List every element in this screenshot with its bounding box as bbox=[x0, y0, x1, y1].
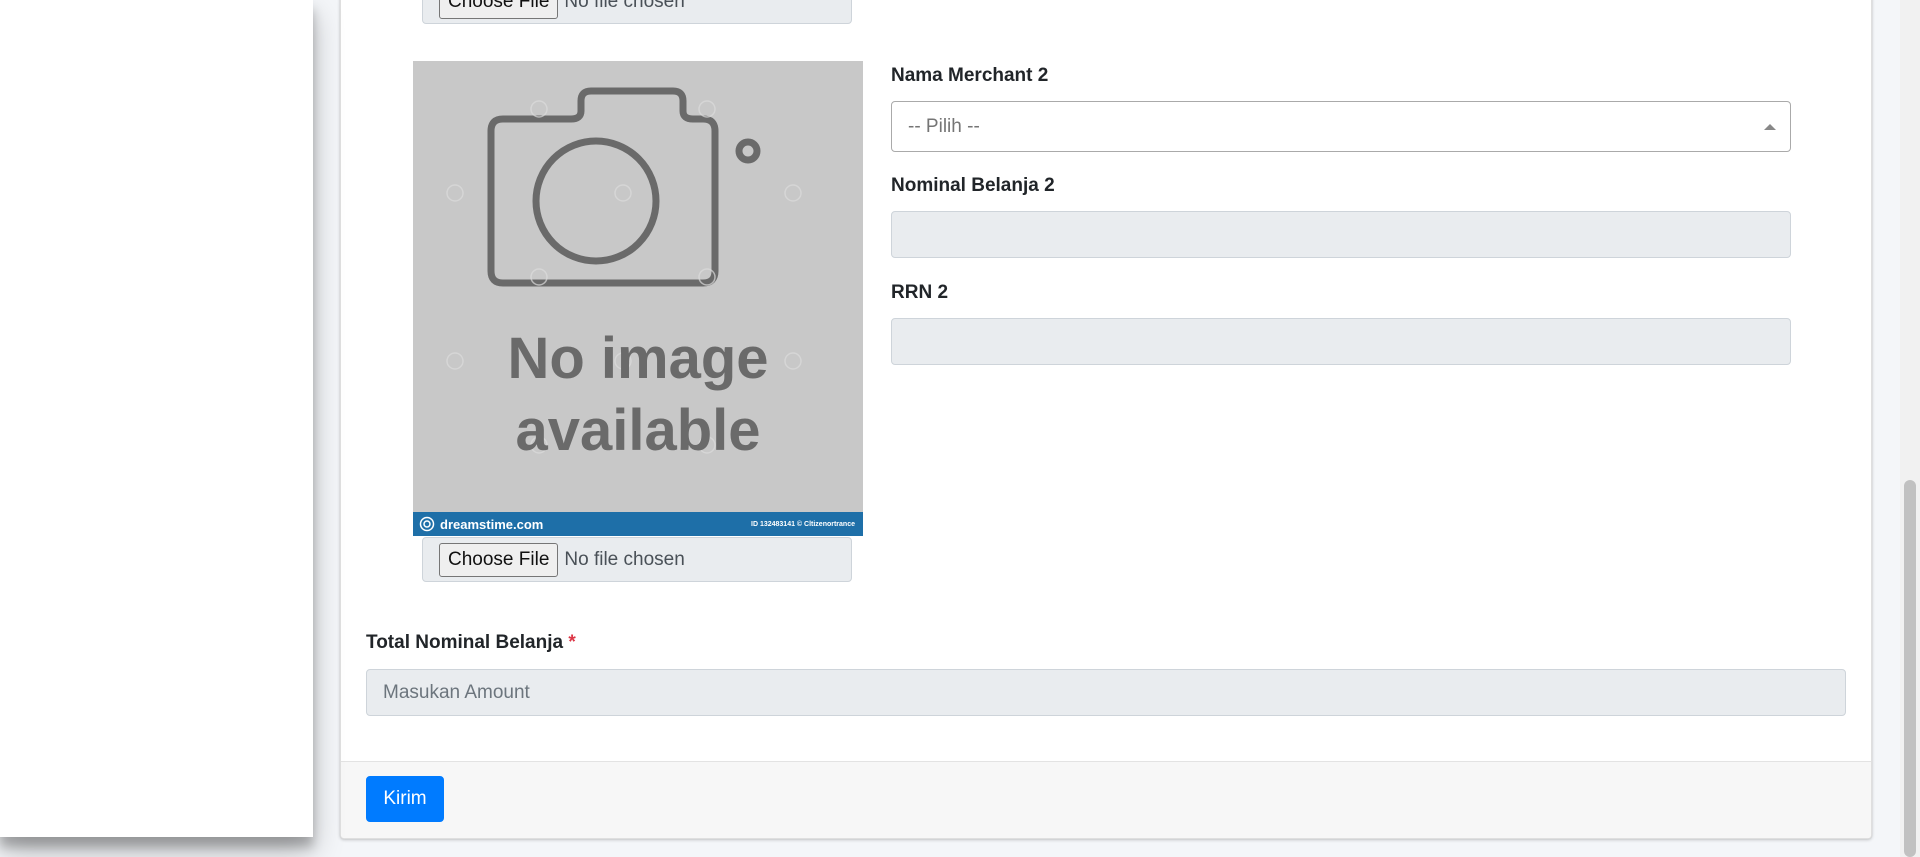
no-image-preview: No image available dreamstime.com ID 132… bbox=[413, 61, 863, 536]
watermark-brand: dreamstime.com bbox=[419, 516, 543, 532]
rrn-2-field[interactable] bbox=[891, 318, 1791, 365]
no-image-line1: No image bbox=[507, 326, 769, 391]
card-footer: Kirim bbox=[341, 761, 1871, 838]
nominal-belanja-2-field[interactable] bbox=[891, 211, 1791, 258]
total-nominal-label: Total Nominal Belanja * bbox=[366, 632, 576, 654]
nama-merchant-2-label: Nama Merchant 2 bbox=[891, 65, 1049, 86]
choose-file-button-1[interactable]: Choose File bbox=[439, 0, 559, 19]
choose-file-button-2[interactable]: Choose File bbox=[439, 542, 559, 577]
sidebar-panel bbox=[0, 0, 313, 837]
kirim-button[interactable]: Kirim bbox=[366, 776, 444, 822]
file-status-2: No file chosen bbox=[564, 548, 685, 570]
file-input-1[interactable]: Choose File No file chosen bbox=[422, 0, 852, 24]
required-mark: * bbox=[568, 632, 576, 653]
scrollbar-thumb[interactable] bbox=[1904, 480, 1916, 857]
rrn-2-label: RRN 2 bbox=[891, 282, 949, 303]
total-nominal-input[interactable]: Masukan Amount bbox=[366, 669, 1846, 716]
watermark-credit: ID 132483141 © Cltizenortrance bbox=[751, 520, 855, 528]
caret-up-icon bbox=[1764, 124, 1776, 130]
file-input-2[interactable]: Choose File No file chosen bbox=[422, 537, 852, 582]
file-status-1: No file chosen bbox=[564, 0, 685, 12]
nama-merchant-2-placeholder: -- Pilih -- bbox=[908, 115, 980, 137]
nominal-belanja-2-label: Nominal Belanja 2 bbox=[891, 175, 1055, 196]
watermark-brand-text: dreamstime.com bbox=[440, 516, 544, 532]
total-nominal-placeholder: Masukan Amount bbox=[383, 681, 530, 703]
no-image-line2: available bbox=[515, 398, 761, 463]
form-card: Choose File No file chosen No image avai… bbox=[340, 0, 1872, 839]
total-nominal-label-text: Total Nominal Belanja bbox=[366, 632, 564, 653]
watermark-bar: dreamstime.com ID 132483141 © Cltizenort… bbox=[413, 512, 863, 536]
nama-merchant-2-select[interactable]: -- Pilih -- bbox=[891, 101, 1791, 152]
spiral-logo-icon bbox=[419, 516, 435, 532]
page-scrollbar[interactable] bbox=[1900, 0, 1920, 857]
